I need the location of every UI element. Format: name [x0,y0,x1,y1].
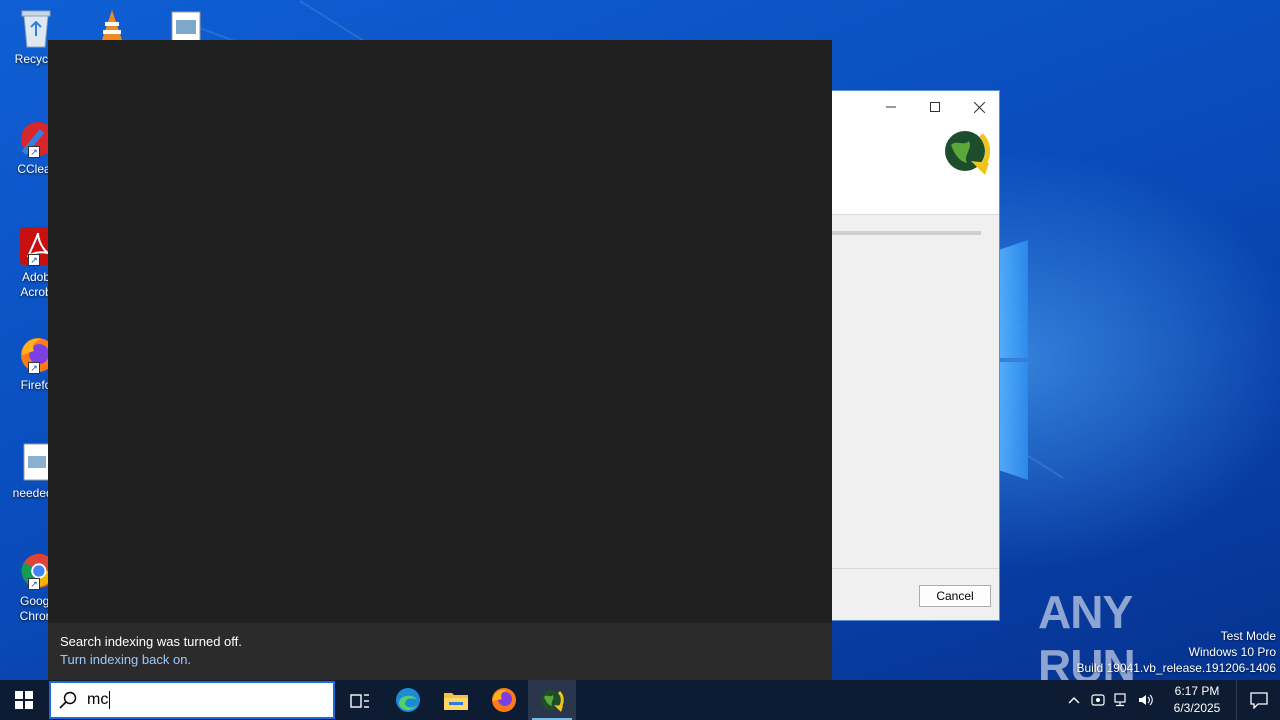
show-hidden-icons-button[interactable] [1062,680,1086,720]
watermark-edition: Windows 10 Pro [1188,645,1276,659]
windows-start-icon [15,691,33,709]
taskbar-edge[interactable] [384,680,432,720]
shortcut-arrow-icon: ↗ [28,146,40,158]
installer-app-icon [541,690,564,712]
firefox-icon [492,688,516,712]
folder-icon [444,693,468,710]
taskbar-file-explorer[interactable] [432,680,480,720]
tray-app-icon[interactable] [1086,680,1110,720]
search-icon [59,691,77,709]
indexing-notice-text: Search indexing was turned off. [60,634,242,649]
close-icon [973,101,985,113]
chevron-up-icon [1068,697,1080,704]
taskbar-firefox[interactable] [480,680,528,720]
start-button[interactable] [0,680,48,720]
windows-logo-wallpaper [1000,240,1030,480]
search-query-text[interactable]: mc [87,691,108,709]
app-badge-icon [1091,694,1105,706]
turn-indexing-on-link[interactable]: Turn indexing back on. [60,650,820,669]
maximize-button[interactable] [913,91,957,123]
network-icon [1114,693,1126,707]
taskbar-installer-app[interactable] [528,680,576,720]
text-caret [109,691,111,709]
speaker-icon [1139,694,1153,706]
system-tray: 6:17 PM 6/3/2025 [1062,680,1280,720]
shortcut-arrow-icon: ↗ [28,254,40,266]
cancel-button[interactable]: Cancel [919,585,991,607]
shortcut-arrow-icon: ↗ [28,362,40,374]
network-button[interactable] [1110,680,1134,720]
shortcut-arrow-icon: ↗ [28,578,40,590]
clock-date: 6/3/2025 [1173,701,1221,715]
watermark-build: Build 19041.vb_release.191206-1406 [1076,661,1277,675]
task-view-icon [350,694,369,708]
clock[interactable]: 6:17 PM 6/3/2025 [1158,683,1236,717]
volume-button[interactable] [1134,680,1158,720]
minimize-icon [886,106,896,108]
watermark-test-mode: Test Mode [1220,629,1276,643]
edge-icon [396,688,420,712]
action-center-button[interactable] [1236,680,1280,720]
task-view-button[interactable] [336,680,384,720]
clock-time: 6:17 PM [1174,684,1220,698]
os-watermark: Test Mode Windows 10 Pro Build 19041.vb_… [1077,628,1277,676]
indexing-notice: Search indexing was turned off. Turn ind… [48,623,832,680]
search-panel: Search indexing was turned off. Turn ind… [48,40,832,680]
notification-icon [1249,692,1268,709]
taskbar-search-box[interactable]: mc [49,681,335,719]
close-button[interactable] [957,91,1001,123]
minimize-button[interactable] [869,91,913,123]
maximize-icon [930,102,940,112]
taskbar: mc 6:17 PM 6/3/2025 [0,680,1280,720]
installer-logo-icon [941,125,993,182]
